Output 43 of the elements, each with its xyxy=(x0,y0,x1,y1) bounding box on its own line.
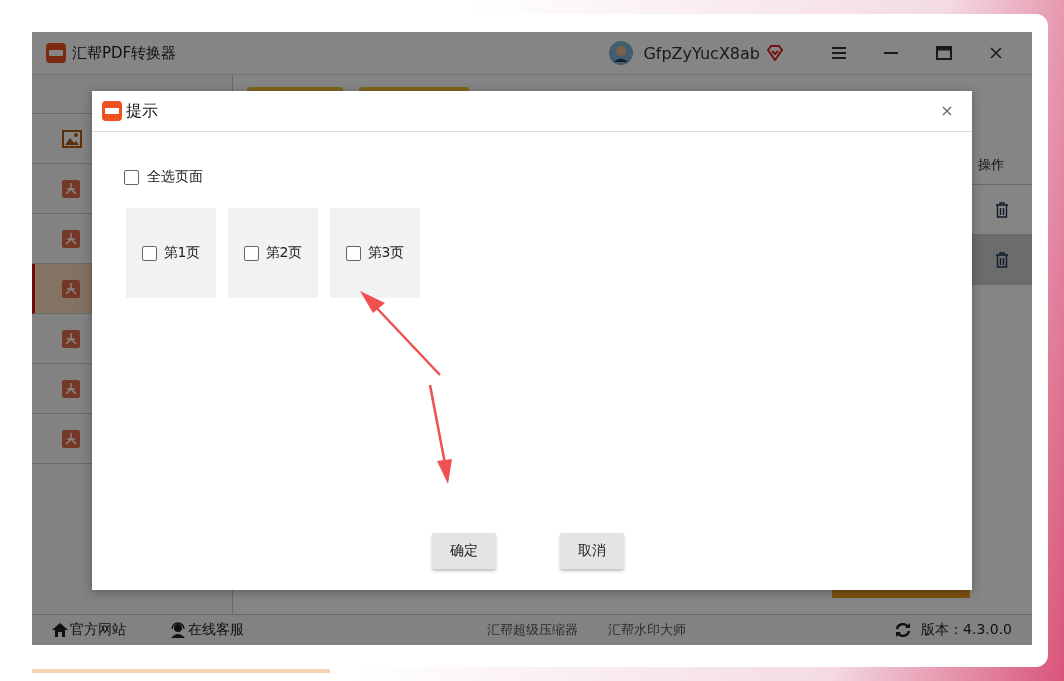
checkbox[interactable] xyxy=(141,245,157,261)
refresh-icon[interactable] xyxy=(895,622,912,638)
checkbox-label[interactable]: 全选页面 xyxy=(147,168,203,186)
headset-icon xyxy=(170,622,186,638)
dialog-title: 提示 xyxy=(126,100,158,122)
footer-link[interactable]: 官方网站 xyxy=(52,621,126,639)
page-tile[interactable]: 第2页 xyxy=(228,208,318,298)
pdf-file-icon xyxy=(62,229,80,248)
pdf-logo-icon xyxy=(102,101,122,121)
close-icon[interactable] xyxy=(942,106,952,116)
checkbox-label[interactable]: 第1页 xyxy=(163,244,201,262)
checkbox-label[interactable]: 第2页 xyxy=(265,244,303,262)
dialog-button[interactable]: 取消 xyxy=(560,533,624,569)
maximize-icon[interactable] xyxy=(936,46,952,60)
menu-icon[interactable] xyxy=(832,47,846,59)
diamond-icon[interactable] xyxy=(766,45,784,61)
username[interactable]: GfpZyYucX8ab xyxy=(643,43,760,63)
checkbox-label[interactable]: 第3页 xyxy=(367,244,405,262)
product-link[interactable]: 汇帮超级压缩器 xyxy=(487,621,578,639)
trash-icon[interactable] xyxy=(995,201,1009,218)
pdf-logo-icon xyxy=(46,43,66,63)
pdf-file-icon xyxy=(62,379,80,398)
footer-link[interactable]: 在线客服 xyxy=(170,621,244,639)
checkbox[interactable] xyxy=(345,245,361,261)
product-link[interactable]: 汇帮水印大师 xyxy=(608,621,686,639)
home-icon xyxy=(52,623,68,637)
page-tile[interactable]: 第3页 xyxy=(330,208,420,298)
pdf-file-icon xyxy=(62,329,80,348)
image-icon xyxy=(62,129,82,148)
page-tile[interactable]: 第1页 xyxy=(126,208,216,298)
dialog-button[interactable]: 确定 xyxy=(432,533,496,569)
app-title: 汇帮PDF转换器 xyxy=(72,43,177,63)
version-label: 版本：4.3.0.0 xyxy=(921,621,1012,639)
close-icon[interactable] xyxy=(990,47,1002,59)
pdf-file-icon xyxy=(62,279,80,298)
avatar-icon[interactable] xyxy=(609,41,634,65)
pdf-file-icon xyxy=(62,179,80,198)
column-header: 操作 xyxy=(978,156,1004,174)
trash-icon[interactable] xyxy=(995,251,1009,268)
table-cell[interactable] xyxy=(972,235,1032,284)
checkbox[interactable] xyxy=(243,245,259,261)
pdf-file-icon xyxy=(62,429,80,448)
checkbox[interactable] xyxy=(124,169,139,185)
